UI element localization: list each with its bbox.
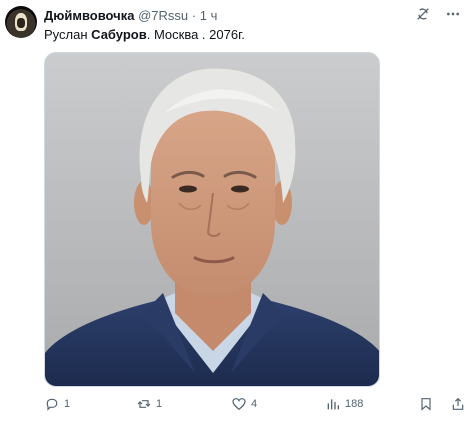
- tweet-text-prefix: Руслан: [44, 27, 92, 42]
- views-icon: [327, 399, 339, 410]
- views-button[interactable]: 188: [325, 396, 363, 412]
- tweet-header: Дюймвовочка @7Rssu · 1 ч: [44, 7, 217, 24]
- reply-count: 1: [64, 398, 71, 410]
- avatar-figure-shadow: [17, 18, 25, 28]
- reply-button[interactable]: 1: [44, 396, 70, 412]
- top-actions: [415, 6, 461, 22]
- share-icon: [452, 397, 464, 410]
- tweet-text-suffix: . Москва . 2076г.: [146, 27, 245, 42]
- meta-separator: ·: [191, 8, 197, 23]
- author-handle[interactable]: @7Rssu: [138, 8, 188, 23]
- tweet-actions: 1 1 4 188: [44, 396, 468, 416]
- like-count: 4: [251, 398, 258, 410]
- like-button[interactable]: 4: [231, 396, 257, 412]
- bookmark-button[interactable]: [418, 396, 434, 412]
- repost-count: 1: [156, 398, 163, 410]
- reply-icon: [46, 398, 58, 411]
- more-icon[interactable]: [445, 6, 461, 22]
- tweet-text: Руслан Сабуров. Москва . 2076г.: [44, 26, 245, 43]
- views-count: 188: [345, 398, 364, 410]
- tweet-text-bold: Сабуров: [91, 27, 147, 42]
- author-name[interactable]: Дюймвовочка: [44, 8, 134, 23]
- grok-icon[interactable]: [415, 6, 431, 22]
- repost-button[interactable]: 1: [136, 396, 162, 412]
- tweet-photo[interactable]: [44, 52, 380, 387]
- portrait-illustration: [45, 68, 379, 386]
- like-icon: [232, 398, 246, 411]
- avatar[interactable]: [5, 6, 37, 38]
- tweet-time[interactable]: 1 ч: [200, 8, 218, 23]
- share-button[interactable]: [450, 396, 466, 412]
- repost-icon: [137, 400, 151, 408]
- bookmark-icon: [421, 398, 431, 411]
